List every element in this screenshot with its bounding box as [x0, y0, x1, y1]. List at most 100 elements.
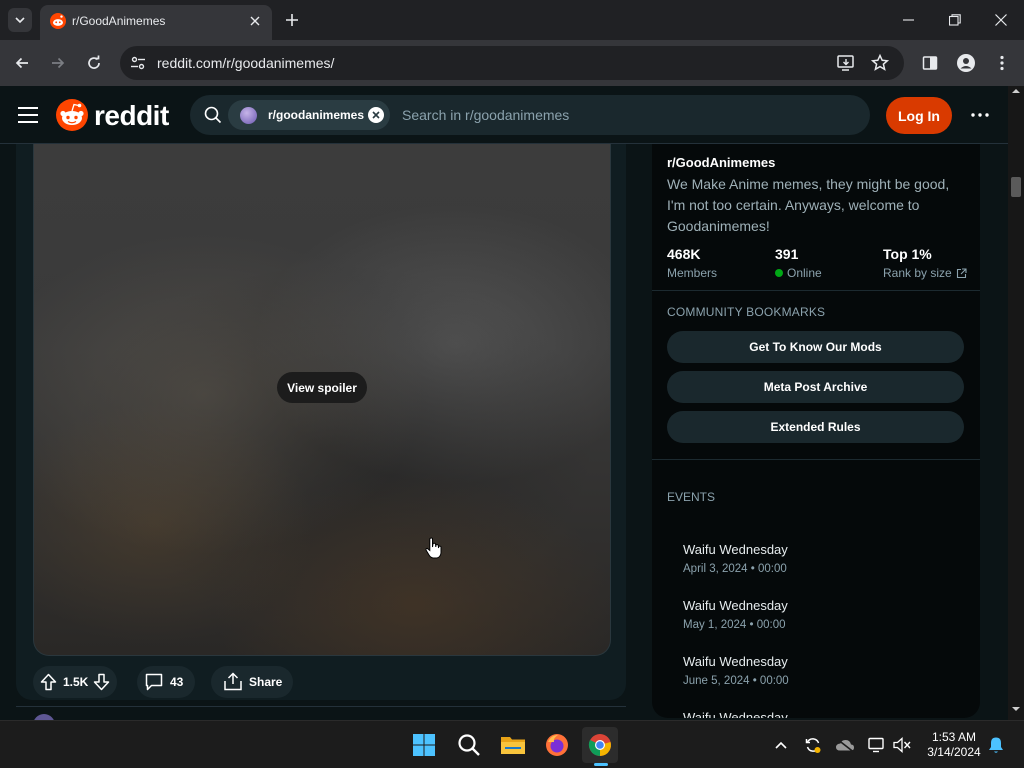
search-bar[interactable]: r/goodanimemes Search in r/goodanimemes [190, 95, 870, 135]
reddit-favicon-icon [50, 13, 66, 29]
taskbar-search-icon[interactable] [451, 727, 487, 763]
bookmark-meta-post-archive[interactable]: Meta Post Archive [667, 371, 964, 403]
active-app-indicator [594, 763, 608, 766]
search-icon [204, 106, 222, 124]
forward-arrow-icon[interactable] [46, 51, 70, 75]
event-item[interactable]: Waifu Wednesday [683, 710, 788, 718]
event-name: Waifu Wednesday [683, 598, 788, 613]
stat-rank: Top 1% Rank by size [883, 246, 967, 280]
stat-rank-label: Rank by size [883, 266, 952, 280]
tab-close-icon[interactable] [246, 12, 264, 30]
browser-tab-active[interactable]: r/GoodAnimemes [40, 5, 272, 40]
chrome-icon[interactable] [582, 727, 618, 763]
clock-date: 3/14/2024 [927, 745, 981, 759]
scrollbar-thumb[interactable] [1011, 177, 1021, 197]
stat-members-label: Members [667, 266, 718, 280]
stat-members-value: 468K [667, 246, 701, 262]
sidebar-divider [652, 459, 980, 460]
site-settings-icon[interactable] [128, 53, 148, 73]
back-arrow-icon[interactable] [10, 51, 34, 75]
address-bar[interactable]: reddit.com/r/goodanimemes/ [120, 46, 904, 80]
online-dot-icon [775, 269, 783, 277]
sidebar-divider [652, 290, 980, 291]
page-scrollbar[interactable] [1008, 86, 1024, 720]
system-clock[interactable]: 1:53 AM 3/14/2024 [921, 730, 987, 760]
reddit-header: reddit r/goodanimemes Search in r/goodan… [0, 86, 1008, 144]
browser-tab-strip: r/GoodAnimemes [0, 0, 1024, 40]
vote-group: 1.5K [33, 666, 117, 698]
network-icon[interactable] [867, 735, 887, 755]
scroll-up-arrow-icon[interactable] [1012, 88, 1020, 94]
windows-start-icon[interactable] [406, 727, 442, 763]
notification-bell-icon[interactable] [986, 735, 1006, 755]
windows-taskbar: 1:53 AM 3/14/2024 [0, 720, 1024, 768]
share-button[interactable]: Share [211, 666, 293, 698]
search-chip-label: r/goodanimemes [268, 108, 365, 122]
url-text: reddit.com/r/goodanimemes/ [157, 55, 335, 71]
event-item[interactable]: Waifu Wednesday May 1, 2024 • 00:00 [683, 598, 788, 631]
close-window-icon[interactable] [978, 0, 1024, 40]
subreddit-avatar [240, 107, 257, 124]
comment-icon [145, 673, 163, 691]
tab-title: r/GoodAnimemes [72, 14, 166, 28]
sidebar-community-name: r/GoodAnimemes [667, 155, 776, 170]
bookmark-get-to-know-mods[interactable]: Get To Know Our Mods [667, 331, 964, 363]
browser-menu-icon[interactable] [990, 51, 1014, 75]
scroll-down-arrow-icon[interactable] [1012, 706, 1020, 712]
downvote-icon[interactable] [93, 673, 110, 691]
chevron-down-icon [15, 17, 25, 24]
view-spoiler-button[interactable]: View spoiler [277, 372, 367, 403]
event-date: June 5, 2024 • 00:00 [683, 675, 789, 687]
stat-online-value: 391 [775, 246, 799, 262]
community-sidebar: r/GoodAnimemes We Make Anime memes, they… [652, 144, 980, 718]
search-subreddit-chip[interactable]: r/goodanimemes [228, 100, 390, 130]
event-name: Waifu Wednesday [683, 542, 788, 557]
volume-muted-icon[interactable] [892, 735, 912, 755]
rank-by-size-link[interactable]: Rank by size [883, 266, 967, 280]
restore-icon[interactable] [932, 0, 978, 40]
install-app-icon[interactable] [836, 53, 856, 73]
minimize-icon[interactable] [886, 0, 932, 40]
event-date: April 3, 2024 • 00:00 [683, 563, 787, 575]
event-date: May 1, 2024 • 00:00 [683, 619, 786, 631]
file-explorer-icon[interactable] [495, 727, 531, 763]
reload-icon[interactable] [82, 51, 106, 75]
browser-toolbar: reddit.com/r/goodanimemes/ [0, 40, 1024, 86]
sync-icon[interactable] [803, 735, 823, 755]
bookmark-extended-rules[interactable]: Extended Rules [667, 411, 964, 443]
chip-clear-icon[interactable] [368, 107, 384, 123]
external-link-icon [956, 267, 967, 278]
share-icon [223, 672, 243, 691]
upvote-icon[interactable] [40, 673, 57, 691]
stat-rank-value: Top 1% [883, 246, 932, 262]
profile-icon[interactable] [954, 51, 978, 75]
comment-count: 43 [170, 675, 184, 689]
onedrive-cloud-icon[interactable] [835, 735, 855, 755]
stat-online: 391 Online [775, 246, 822, 280]
hand-pointer-cursor-icon [425, 537, 443, 559]
search-input[interactable]: Search in r/goodanimemes [402, 107, 569, 123]
new-tab-plus-icon[interactable] [282, 10, 302, 30]
reddit-logo-icon[interactable] [56, 99, 88, 131]
bookmark-star-icon[interactable] [870, 53, 890, 73]
share-label: Share [249, 675, 283, 689]
sidebar-description: We Make Anime memes, they might be good,… [667, 176, 950, 234]
event-item[interactable]: Waifu Wednesday April 3, 2024 • 00:00 [683, 542, 788, 575]
side-panel-icon[interactable] [918, 51, 942, 75]
tab-search-button[interactable] [8, 8, 32, 32]
event-name: Waifu Wednesday [683, 710, 788, 718]
more-options-icon[interactable] [966, 103, 994, 127]
stat-members: 468K Members [667, 246, 717, 280]
clock-time: 1:53 AM [931, 730, 977, 744]
hamburger-menu-icon[interactable] [18, 106, 38, 124]
firefox-icon[interactable] [539, 727, 575, 763]
tray-overflow-chevron-icon[interactable] [771, 735, 791, 755]
stat-online-label: Online [787, 266, 822, 280]
event-item[interactable]: Waifu Wednesday June 5, 2024 • 00:00 [683, 654, 789, 687]
login-button[interactable]: Log In [886, 97, 952, 134]
comments-button[interactable]: 43 [137, 666, 195, 698]
community-bookmarks-heading: COMMUNITY BOOKMARKS [667, 305, 826, 319]
reddit-wordmark[interactable]: reddit [94, 100, 169, 132]
event-name: Waifu Wednesday [683, 654, 788, 669]
post-divider [16, 706, 626, 707]
